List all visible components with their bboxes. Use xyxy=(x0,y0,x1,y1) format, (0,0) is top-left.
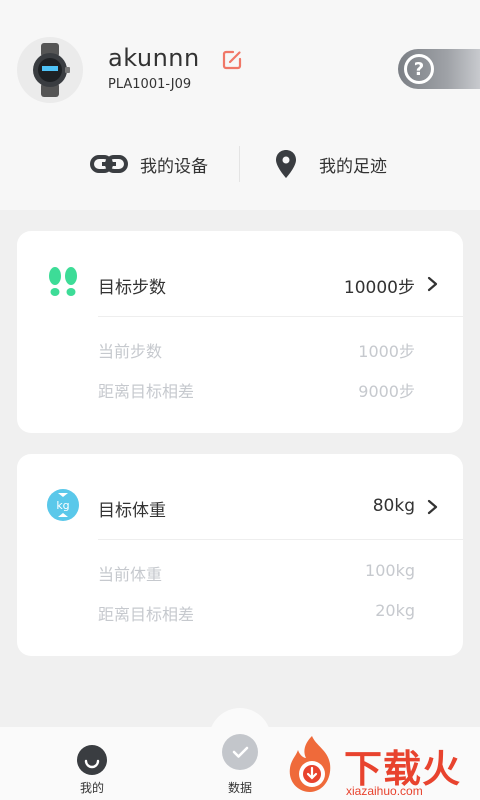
watermark-url: xiazaihuo.com xyxy=(346,784,423,798)
tab-mine-icon[interactable] xyxy=(77,745,107,775)
current-weight-label: 当前体重 xyxy=(98,565,163,584)
current-steps-label: 当前步数 xyxy=(98,342,163,361)
device-code: PLA1001-J09 xyxy=(108,77,192,92)
current-steps-value: 1000步 xyxy=(358,342,415,361)
my-footprints-label: 我的足迹 xyxy=(319,156,387,177)
kg-icon-text: kg xyxy=(56,499,69,512)
weight-goal-card: kg 目标体重 80kg 当前体重 100kg 距离目标相差 20kg xyxy=(17,454,463,656)
divider xyxy=(239,146,240,182)
my-devices-link[interactable]: 我的设备 xyxy=(90,146,208,182)
question-icon: ? xyxy=(404,54,434,84)
weight-remaining-value: 20kg xyxy=(375,601,415,620)
divider xyxy=(98,316,463,317)
smile-icon xyxy=(84,759,100,769)
link-icon xyxy=(90,155,128,173)
weight-goal-title: 目标体重 xyxy=(98,501,166,521)
steps-remaining-value: 9000步 xyxy=(358,382,415,401)
watermark: 下载火 xiazaihuo.com xyxy=(282,734,480,800)
location-pin-icon xyxy=(276,150,296,178)
steps-goal-value[interactable]: 10000步 xyxy=(344,273,415,298)
my-footprints-link[interactable]: 我的足迹 xyxy=(274,146,387,182)
smartwatch-icon xyxy=(33,43,70,97)
my-devices-label: 我的设备 xyxy=(140,156,208,177)
weight-goal-value[interactable]: 80kg xyxy=(373,496,415,516)
chevron-right-icon[interactable] xyxy=(425,499,439,515)
avatar[interactable] xyxy=(17,37,83,103)
help-button[interactable]: ? xyxy=(398,49,480,89)
steps-goal-card: 目标步数 10000步 当前步数 1000步 距离目标相差 9000步 xyxy=(17,231,463,433)
chevron-right-icon[interactable] xyxy=(425,276,439,292)
steps-remaining-label: 距离目标相差 xyxy=(98,382,195,401)
kg-scale-icon: kg xyxy=(47,489,79,521)
steps-goal-title: 目标步数 xyxy=(98,278,166,298)
flame-logo-icon xyxy=(289,736,331,792)
tab-data-icon[interactable] xyxy=(222,734,258,770)
username: akunnn xyxy=(108,44,200,72)
edit-icon[interactable] xyxy=(220,48,244,72)
footprints-icon xyxy=(49,267,77,296)
current-weight-value: 100kg xyxy=(365,561,415,580)
profile-header: akunnn PLA1001-J09 ? 我的设备 我的足迹 xyxy=(0,0,480,210)
check-icon xyxy=(232,746,249,758)
tab-data-label[interactable]: 数据 xyxy=(228,779,252,796)
tab-mine-label[interactable]: 我的 xyxy=(80,779,104,796)
weight-remaining-label: 距离目标相差 xyxy=(98,605,195,624)
divider xyxy=(98,539,463,540)
